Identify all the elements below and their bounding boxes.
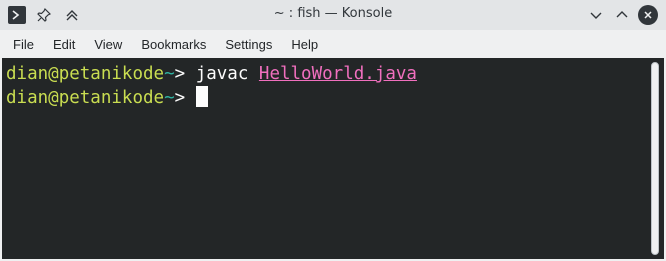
prompt-cwd: ~ <box>164 88 175 108</box>
text-cursor <box>195 86 208 107</box>
prompt-cwd: ~ <box>164 64 175 84</box>
prompt-at: @ <box>48 64 59 84</box>
maximize-icon[interactable] <box>612 5 632 25</box>
command-text: javac <box>195 64 259 84</box>
vertical-scrollbar[interactable] <box>648 62 662 255</box>
konsole-window: ~ : fish — Konsole File Edit View Bookma… <box>0 0 666 261</box>
menu-settings[interactable]: Settings <box>216 33 281 56</box>
menu-edit[interactable]: Edit <box>44 33 84 56</box>
menu-bar: File Edit View Bookmarks Settings Help <box>0 30 666 58</box>
menu-view[interactable]: View <box>85 33 131 56</box>
prompt-user: dian <box>6 64 49 84</box>
prompt-host: petanikode <box>58 88 165 108</box>
menu-bookmarks[interactable]: Bookmarks <box>132 33 215 56</box>
close-icon[interactable] <box>638 5 658 25</box>
menu-file[interactable]: File <box>4 33 43 56</box>
terminal-view[interactable]: dian@petanikode~> javac HelloWorld.java … <box>2 58 664 259</box>
window-title: ~ : fish — Konsole <box>273 6 393 21</box>
prompt-at: @ <box>48 88 59 108</box>
menu-help[interactable]: Help <box>282 33 327 56</box>
terminal-line: dian@petanikode~> <box>6 86 644 110</box>
prompt-host: petanikode <box>58 64 165 84</box>
command-argument: HelloWorld.java <box>258 64 417 84</box>
prompt-user: dian <box>6 88 49 108</box>
prompt-symbol: > <box>174 64 196 84</box>
title-bar[interactable]: ~ : fish — Konsole <box>0 0 666 30</box>
terminal-line: dian@petanikode~> javac HelloWorld.java <box>6 62 644 86</box>
prompt-symbol: > <box>174 88 196 108</box>
minimize-icon[interactable] <box>586 5 606 25</box>
scrollbar-thumb[interactable] <box>651 62 659 255</box>
